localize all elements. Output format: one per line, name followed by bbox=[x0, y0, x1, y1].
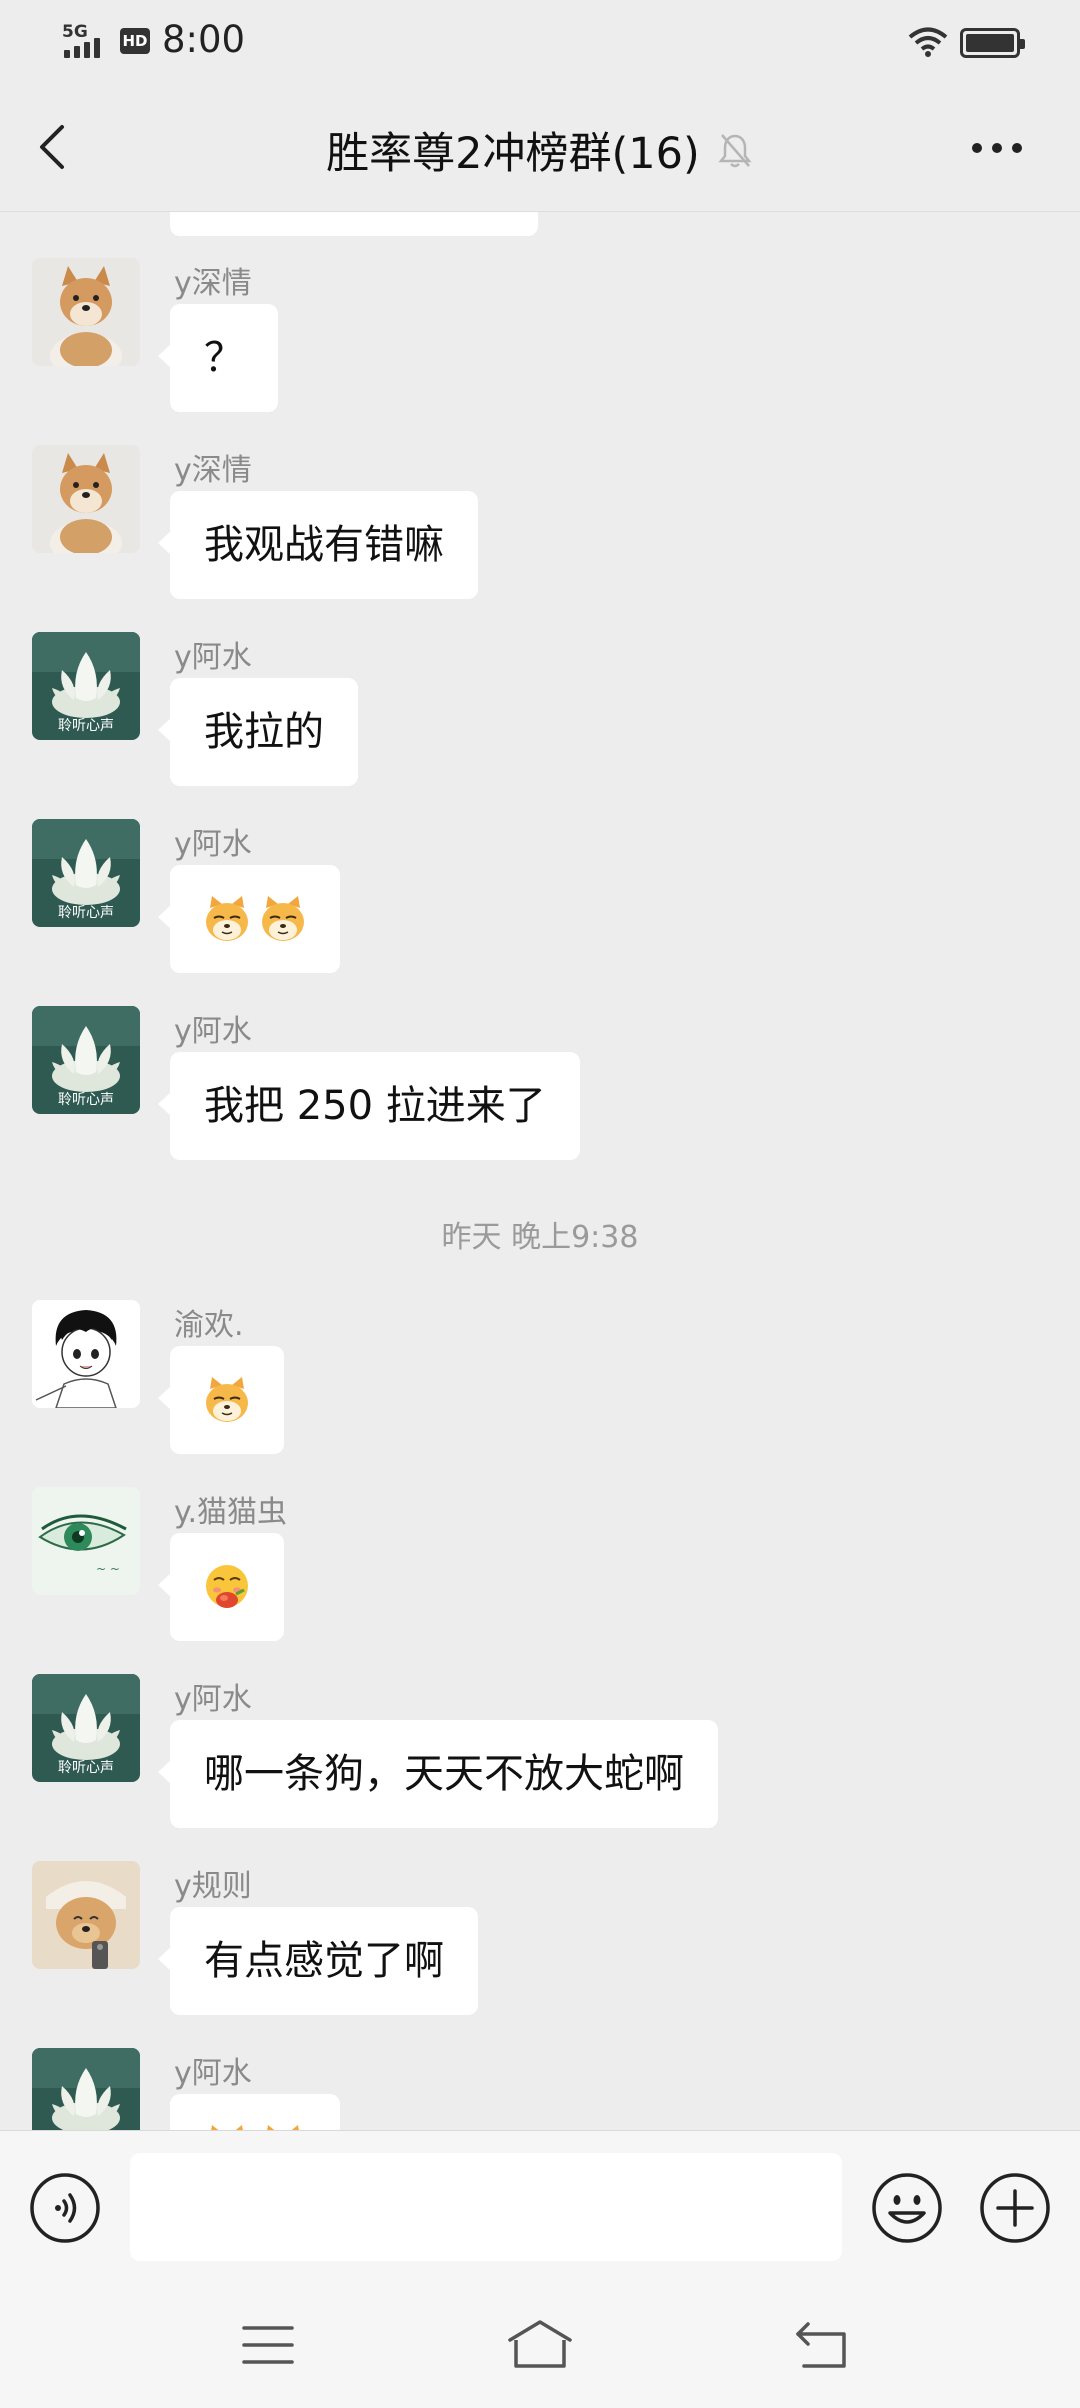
doge-emoji-icon bbox=[202, 894, 252, 944]
more-options-button[interactable] bbox=[972, 134, 1032, 162]
avatar-lotus[interactable] bbox=[32, 1006, 140, 1114]
time-divider: 昨天 晚上9:38 bbox=[441, 1220, 639, 1255]
status-time: 8:00 bbox=[162, 18, 246, 61]
status-bar: 5G HD 8:00 bbox=[0, 0, 1080, 82]
hd-badge: HD bbox=[120, 28, 150, 54]
dot-icon bbox=[992, 143, 1002, 153]
message-bubble[interactable]: 哪一条狗，天天不放大蛇啊 bbox=[158, 1720, 718, 1828]
eating-emoji-icon bbox=[202, 1562, 252, 1612]
chat-message-list[interactable]: y深情 ？ y深情 我观战有错嘛 y阿水 我拉的 y阿水 y阿水 我把 250 … bbox=[0, 212, 1080, 2130]
sender-name: y.猫猫虫 bbox=[174, 1495, 288, 1530]
emoji-message-bubble[interactable] bbox=[158, 1533, 284, 1641]
battery-icon bbox=[960, 28, 1025, 58]
sender-name: y规则 bbox=[174, 1869, 252, 1904]
message-bubble[interactable]: 我观战有错嘛 bbox=[158, 491, 478, 599]
sender-name: y阿水 bbox=[174, 1682, 252, 1717]
home-button[interactable] bbox=[504, 2318, 576, 2370]
sender-name: y深情 bbox=[174, 453, 252, 488]
network-type: 5G bbox=[62, 22, 88, 42]
voice-input-button[interactable] bbox=[28, 2171, 102, 2245]
dot-icon bbox=[1012, 143, 1022, 153]
message-bubble[interactable]: 我把 250 拉进来了 bbox=[158, 1052, 580, 1160]
avatar-lotus[interactable] bbox=[32, 632, 140, 740]
avatar-dog-hat[interactable] bbox=[32, 1861, 140, 1969]
sender-name: y阿水 bbox=[174, 2056, 252, 2091]
doge-emoji-icon bbox=[202, 2123, 252, 2130]
avatar-lotus[interactable] bbox=[32, 1674, 140, 1782]
doge-emoji-icon bbox=[258, 2123, 308, 2130]
message-bubble[interactable]: ？ bbox=[158, 304, 278, 412]
avatar-shiba-dog[interactable] bbox=[32, 258, 140, 366]
chat-header: 胜率尊2冲榜群(16) bbox=[0, 82, 1080, 212]
signal-icon: 5G bbox=[62, 22, 120, 58]
avatar-anime-boy[interactable] bbox=[32, 1300, 140, 1408]
title-area: 胜率尊2冲榜群(16) bbox=[0, 122, 1080, 179]
emoji-message-bubble[interactable] bbox=[158, 1346, 284, 1454]
sender-name: y阿水 bbox=[174, 827, 252, 862]
avatar-lotus[interactable] bbox=[32, 2048, 140, 2130]
avatar-shiba-dog[interactable] bbox=[32, 445, 140, 553]
message-bubble[interactable]: 我拉的 bbox=[158, 678, 358, 786]
sender-name: y阿水 bbox=[174, 1014, 252, 1049]
wifi-icon bbox=[908, 27, 948, 57]
sender-name: y阿水 bbox=[174, 640, 252, 675]
doge-emoji-icon bbox=[258, 894, 308, 944]
avatar-green-eye[interactable] bbox=[32, 1487, 140, 1595]
emoji-button[interactable] bbox=[870, 2171, 944, 2245]
back-nav-button[interactable] bbox=[794, 2320, 850, 2370]
message-input-bar bbox=[0, 2130, 1080, 2282]
message-text-field[interactable] bbox=[130, 2153, 842, 2261]
sender-name: y深情 bbox=[174, 266, 252, 301]
recent-apps-button[interactable] bbox=[240, 2322, 296, 2368]
sender-name: 渝欢. bbox=[174, 1308, 244, 1343]
emoji-message-bubble[interactable] bbox=[158, 865, 340, 973]
chat-title: 胜率尊2冲榜群(16) bbox=[326, 129, 700, 179]
dot-icon bbox=[972, 143, 982, 153]
emoji-message-bubble[interactable] bbox=[170, 2094, 340, 2130]
avatar-lotus[interactable] bbox=[32, 819, 140, 927]
message-bubble[interactable]: 有点感觉了啊 bbox=[158, 1907, 478, 2015]
muted-bell-icon bbox=[718, 134, 752, 168]
more-functions-button[interactable] bbox=[978, 2171, 1052, 2245]
partial-message-bubble bbox=[170, 212, 538, 236]
system-navigation-bar bbox=[0, 2282, 1080, 2408]
doge-emoji-icon bbox=[202, 1375, 252, 1425]
